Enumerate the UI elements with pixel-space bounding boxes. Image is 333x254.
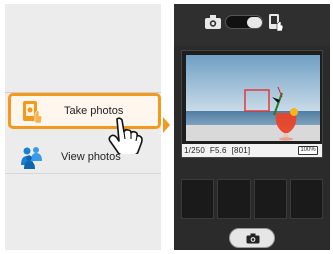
thumbnail-strip (181, 179, 323, 219)
camera-remote-screen: 1/250 F5.6 [801] 100% (174, 4, 330, 250)
thumbnail-slot[interactable] (289, 179, 323, 219)
app-menu-screen: Take photos View photos (5, 4, 161, 250)
thumbnail-slot[interactable] (181, 179, 215, 219)
transition-arrow-icon (163, 117, 170, 133)
shutter-camera-icon (246, 233, 260, 244)
aperture: F5.6 (209, 146, 227, 155)
take-photos-icon (23, 101, 43, 124)
live-view-image[interactable] (186, 55, 320, 141)
exposure-status-bar: 1/250 F5.6 [801] 100% (182, 144, 322, 157)
mode-toggle[interactable] (225, 15, 263, 29)
camera-topbar (174, 4, 330, 46)
view-photos-icon (21, 147, 42, 169)
shots-remaining: [801] (231, 146, 251, 155)
exposure-info: 1/250 F5.6 [801] (184, 146, 250, 155)
thumbnail-slot[interactable] (217, 179, 251, 219)
live-view-frame: 1/250 F5.6 [801] 100% (181, 50, 323, 158)
battery-icon: 100% (298, 146, 318, 155)
shutter-speed: 1/250 (184, 146, 206, 155)
camera-mode-icon[interactable] (204, 14, 222, 30)
remote-icon[interactable] (268, 13, 284, 31)
shutter-button[interactable] (229, 228, 275, 248)
pointing-hand-icon (108, 117, 143, 154)
thumbnail-slot[interactable] (253, 179, 287, 219)
toggle-knob (247, 17, 262, 28)
